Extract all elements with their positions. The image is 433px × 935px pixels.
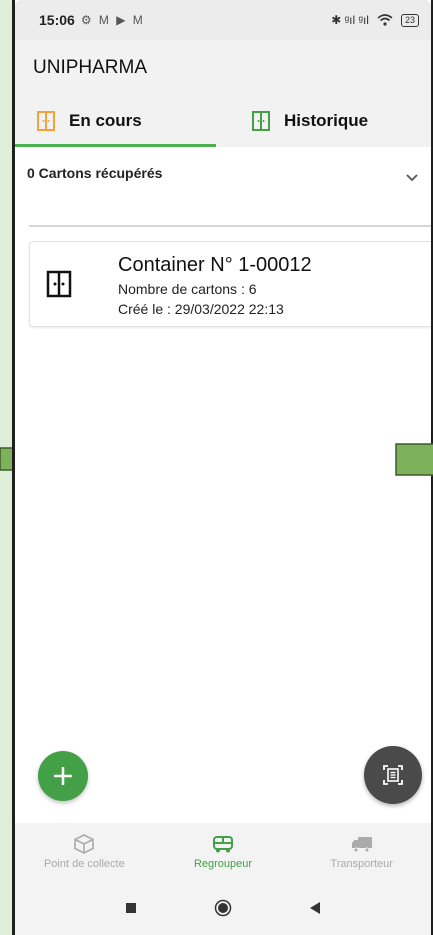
nav-transporteur[interactable]: Transporteur xyxy=(292,823,431,881)
annotation-arrow-right-icon xyxy=(395,443,433,476)
back-button[interactable] xyxy=(269,901,361,915)
container-cartons: Nombre de cartons : 6 xyxy=(118,281,257,297)
nav-regroupeur[interactable]: Regroupeur xyxy=(154,823,293,881)
back-triangle-icon xyxy=(310,902,320,914)
cartons-count: 0 Cartons récupérés xyxy=(27,165,163,181)
notification-icons: ⚙ M ▶ M xyxy=(80,13,145,27)
nav-point-de-collecte[interactable]: Point de collecte xyxy=(15,823,154,881)
nav-label: Point de collecte xyxy=(43,858,125,870)
door-icon xyxy=(37,111,55,131)
truck-icon xyxy=(351,837,372,853)
nav-label: Regroupeur xyxy=(193,858,253,870)
bottom-navigation: Point de collecte Regroupeur Transporteu… xyxy=(15,823,431,881)
container-title: Container N° 1-00012 xyxy=(118,254,312,276)
signal-icons: ✱ ᵍıl ᵍıl xyxy=(331,13,369,27)
circle-icon xyxy=(214,899,232,917)
document-scan-icon xyxy=(383,765,403,785)
container-card[interactable]: Container N° 1-00012 Nombre de cartons :… xyxy=(29,241,431,327)
scan-button[interactable] xyxy=(364,746,422,804)
tab-en-cours[interactable]: En cours xyxy=(15,95,216,147)
app-bar: UNIPHARMA xyxy=(15,40,431,95)
status-time: 15:06 xyxy=(39,12,75,28)
bus-icon xyxy=(213,836,233,853)
tab-bar: En cours Historique xyxy=(15,95,431,147)
door-icon xyxy=(252,111,270,131)
nav-label: Transporteur xyxy=(330,858,393,870)
tab-label: Historique xyxy=(284,111,369,130)
wifi-icon xyxy=(377,14,393,26)
home-button[interactable] xyxy=(177,899,269,917)
app-title: UNIPHARMA xyxy=(33,56,148,78)
chevron-down-icon[interactable] xyxy=(405,173,419,183)
cartons-summary[interactable]: 0 Cartons récupérés xyxy=(27,147,431,227)
tab-historique[interactable]: Historique xyxy=(216,95,431,147)
phone-screen: 15:06 ⚙ M ▶ M ✱ ᵍıl ᵍıl 23 UNIPHARMA En … xyxy=(12,0,433,935)
system-navigation-bar xyxy=(15,881,431,935)
status-bar: 15:06 ⚙ M ▶ M ✱ ᵍıl ᵍıl 23 xyxy=(15,0,431,40)
add-button[interactable] xyxy=(38,751,88,801)
container-created: Créé le : 29/03/2022 22:13 xyxy=(118,301,284,317)
battery-icon: 23 xyxy=(400,13,419,27)
tab-label: En cours xyxy=(69,111,142,130)
box-icon xyxy=(74,834,95,854)
plus-icon xyxy=(54,767,72,785)
recent-apps-button[interactable] xyxy=(85,902,177,914)
door-icon xyxy=(46,270,72,298)
square-icon xyxy=(126,903,136,913)
